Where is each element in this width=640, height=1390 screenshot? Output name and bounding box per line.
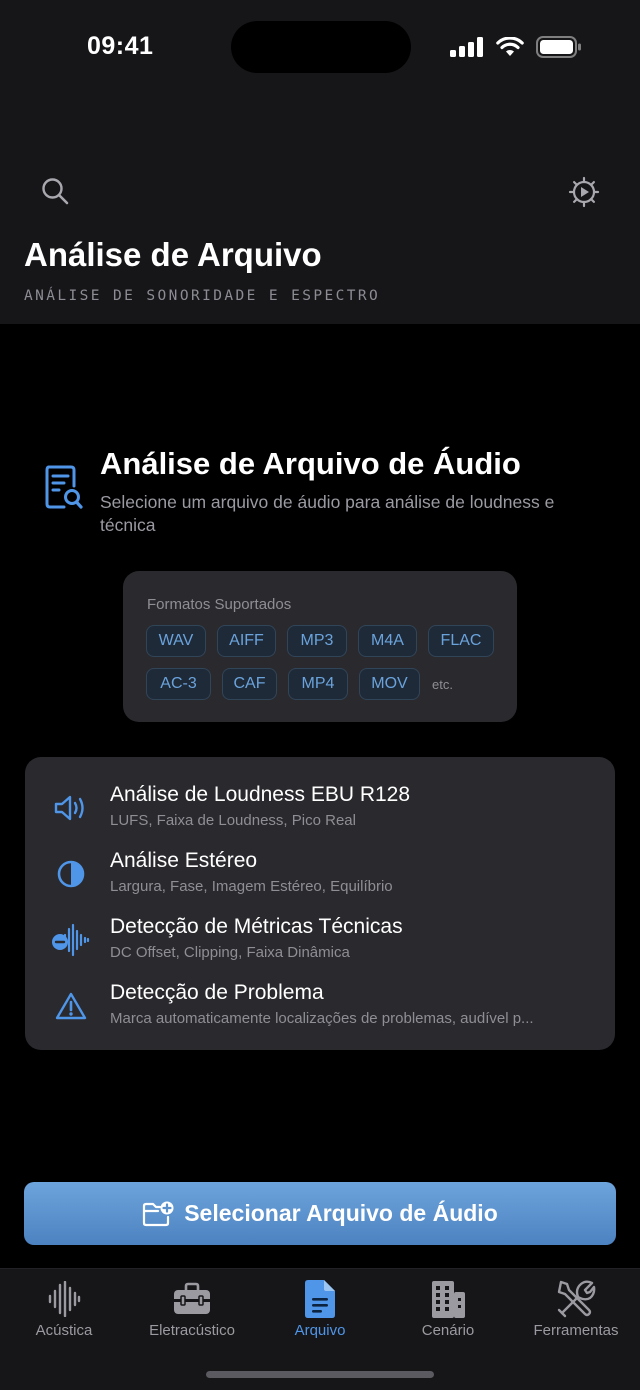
search-icon[interactable] [40,176,70,206]
tab-label: Cenário [421,1322,475,1339]
format-chip: CAF [222,668,277,700]
status-icons [450,36,582,58]
status-time: 09:41 [87,32,154,60]
document-icon [256,1279,384,1319]
speaker-wave-icon [51,791,91,825]
format-chip: MP4 [288,668,348,700]
feature-title: Detecção de Problema [110,981,324,1004]
tab-label: Ferramentas [533,1322,619,1339]
navigation-header: Análise de Arquivo ANÁLISE DE SONORIDADE… [0,100,640,324]
home-indicator [206,1371,434,1378]
format-chip: WAV [146,625,206,657]
feature-description: DC Offset, Clipping, Faixa Dinâmica [110,944,350,961]
waveform-minus-icon [51,923,91,957]
warning-triangle-icon [51,989,91,1023]
select-audio-file-label: Selecionar Arquivo de Áudio [184,1200,498,1226]
format-chip: AC-3 [146,668,211,700]
supported-formats-card: Formatos Suportados WAV AIFF MP3 M4A FLA… [123,571,517,722]
page-subtitle: ANÁLISE DE SONORIDADE E ESPECTRO [24,288,381,304]
wifi-icon [496,37,524,56]
format-chip: FLAC [428,625,494,657]
feature-item: Detecção de Métricas Técnicas DC Offset,… [25,915,615,975]
feature-description: Largura, Fase, Imagem Estéreo, Equilíbri… [110,878,393,895]
gear-icon[interactable] [568,176,600,208]
formats-etc: etc. [432,677,453,692]
cellular-signal-icon [450,37,483,57]
building-icon [384,1279,512,1319]
tab-acustica[interactable]: Acústica [0,1269,128,1349]
feature-title: Análise Estéreo [110,849,258,872]
tools-icon [512,1279,640,1319]
format-chip: M4A [358,625,417,657]
folder-add-icon [143,1201,174,1226]
feature-title: Análise de Loudness EBU R128 [110,783,411,806]
toolbox-icon [128,1279,256,1319]
feature-title: Detecção de Métricas Técnicas [110,915,403,938]
tab-ferramentas[interactable]: Ferramentas [512,1269,640,1349]
half-circle-icon [51,857,91,891]
features-card: Análise de Loudness EBU R128 LUFS, Faixa… [25,757,615,1050]
battery-icon [536,36,581,58]
tab-label: Arquivo [294,1322,346,1339]
tab-label: Eletracústico [149,1322,235,1339]
tab-arquivo[interactable]: Arquivo [256,1269,384,1349]
status-bar: 09:41 [0,0,640,100]
format-chip: MP3 [287,625,347,657]
intro-description: Selecione um arquivo de áudio para análi… [100,492,555,535]
feature-item: Análise de Loudness EBU R128 LUFS, Faixa… [25,783,615,843]
waveform-icon [0,1279,128,1319]
feature-item: Detecção de Problema Marca automaticamen… [25,981,615,1041]
tab-eletracustico[interactable]: Eletracústico [128,1269,256,1349]
format-chip: MOV [359,668,420,700]
dynamic-island [231,21,411,73]
select-audio-file-button[interactable]: Selecionar Arquivo de Áudio [24,1182,616,1245]
feature-item: Análise Estéreo Largura, Fase, Imagem Es… [25,849,615,909]
page-title: Análise de Arquivo [24,236,322,273]
tab-label: Acústica [35,1322,93,1339]
tab-cenario[interactable]: Cenário [384,1269,512,1349]
feature-description: Marca automaticamente localizações de pr… [110,1010,534,1027]
intro-title: Análise de Arquivo de Áudio [100,446,521,481]
formats-label: Formatos Suportados [147,596,292,613]
feature-description: LUFS, Faixa de Loudness, Pico Real [110,812,356,829]
document-search-icon [45,465,83,509]
format-chip: AIFF [217,625,276,657]
